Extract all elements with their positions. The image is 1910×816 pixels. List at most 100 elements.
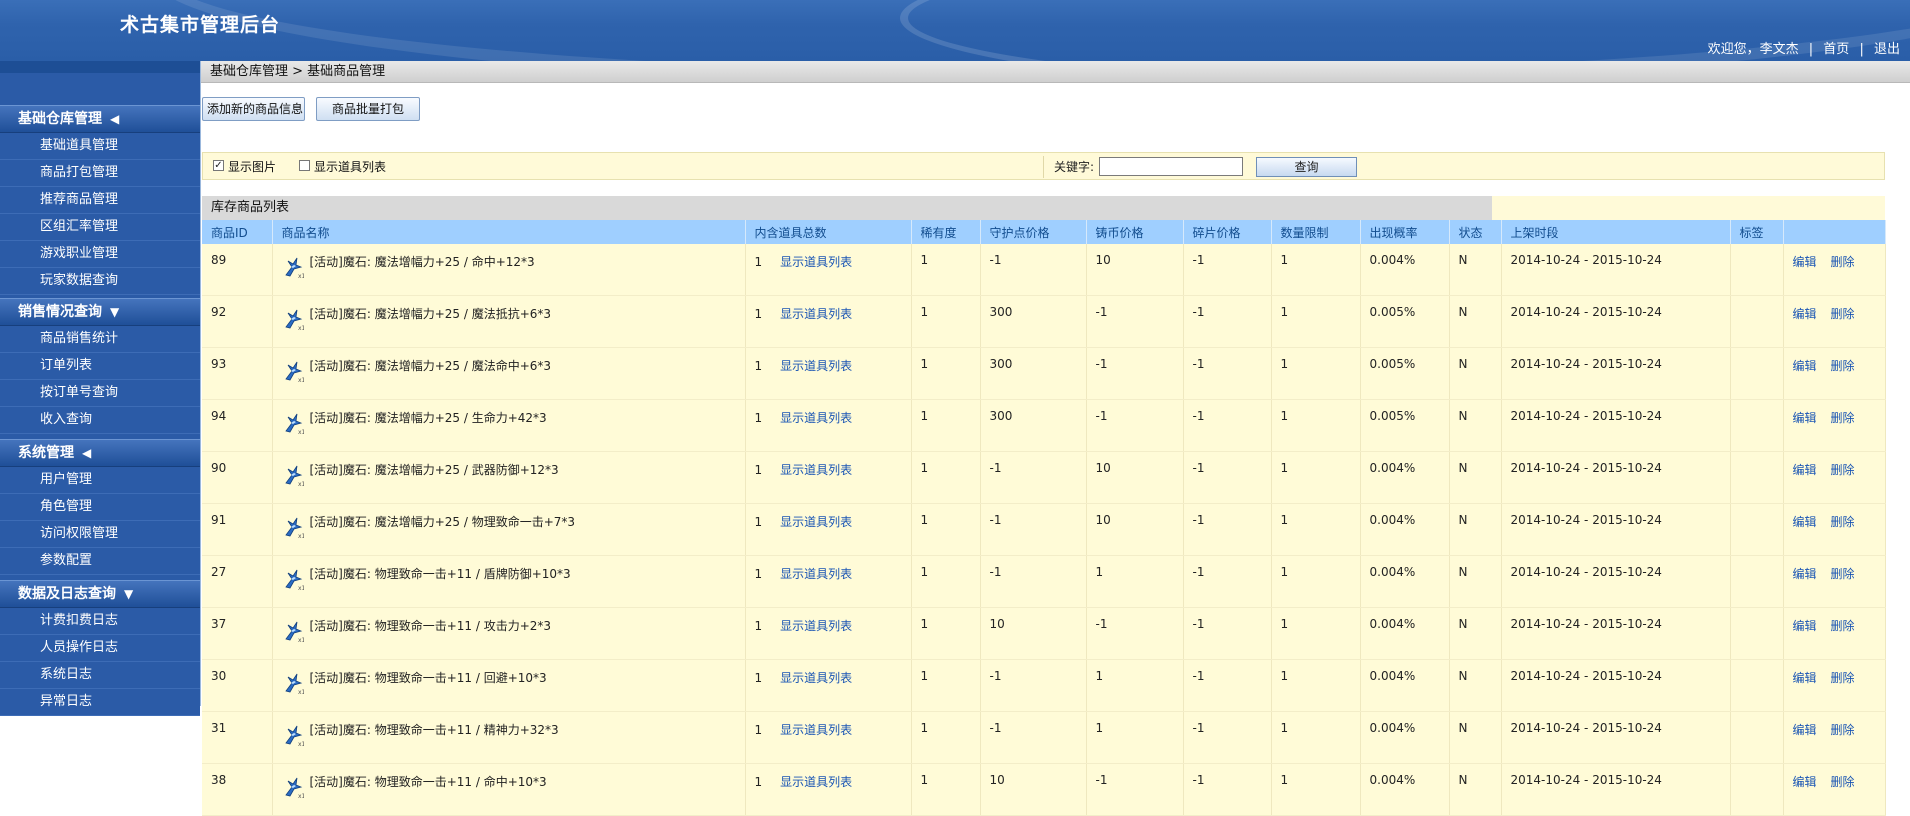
sidebar-item-exchange-rate[interactable]: 区组汇率管理 bbox=[0, 214, 200, 241]
col-header-shard-price[interactable]: 碎片价格 bbox=[1183, 220, 1272, 244]
show-items-link[interactable]: 显示道具列表 bbox=[780, 723, 852, 737]
sidebar-item-orders[interactable]: 订单列表 bbox=[0, 353, 200, 380]
cell-limit: 1 bbox=[1271, 295, 1361, 348]
sidebar-item-recommend[interactable]: 推荐商品管理 bbox=[0, 187, 200, 214]
col-header-id[interactable]: 商品ID bbox=[202, 220, 273, 244]
expand-arrow-icon[interactable]: ▼ bbox=[124, 581, 133, 607]
sidebar-item-operator-log[interactable]: 人员操作日志 bbox=[0, 635, 200, 662]
filter-bar: ✓ 显示图片 显示道具列表 关键字: 查询 bbox=[202, 152, 1885, 180]
cell-shard-price: -1 bbox=[1183, 659, 1272, 712]
edit-link[interactable]: 编辑 bbox=[1793, 307, 1817, 321]
cell-actions: 编辑 删除 bbox=[1783, 711, 1886, 764]
show-items-checkbox[interactable] bbox=[299, 160, 310, 171]
sidebar-group-title[interactable]: 数据及日志查询 ▼ bbox=[0, 580, 200, 608]
cell-guard-price: -1 bbox=[980, 244, 1087, 296]
cell-period: 2014-10-24 - 2015-10-24 bbox=[1501, 399, 1731, 452]
col-header-period[interactable]: 上架时段 bbox=[1501, 220, 1731, 244]
edit-link[interactable]: 编辑 bbox=[1793, 567, 1817, 581]
col-header-limit[interactable]: 数量限制 bbox=[1271, 220, 1361, 244]
sidebar-item-billing-log[interactable]: 计费扣费日志 bbox=[0, 608, 200, 635]
table-row: 94 x1 [活动]魔石: 魔法增幅力+25 / 生命力+42*3 1显示道具列… bbox=[202, 399, 1886, 452]
col-header-item-count[interactable]: 内含道具总数 bbox=[745, 220, 912, 244]
show-items-link[interactable]: 显示道具列表 bbox=[780, 619, 852, 633]
cell-rarity: 1 bbox=[911, 244, 981, 296]
collapse-arrow-icon[interactable]: ◀ bbox=[82, 440, 91, 466]
cell-status: N bbox=[1449, 659, 1502, 712]
edit-link[interactable]: 编辑 bbox=[1793, 359, 1817, 373]
sidebar-item-permissions[interactable]: 访问权限管理 bbox=[0, 521, 200, 548]
show-items-link[interactable]: 显示道具列表 bbox=[780, 567, 852, 581]
add-product-button[interactable]: 添加新的商品信息 bbox=[202, 97, 305, 121]
show-items-link[interactable]: 显示道具列表 bbox=[780, 463, 852, 477]
cell-item-count: 1 显示道具列表 bbox=[745, 347, 912, 400]
delete-link[interactable]: 删除 bbox=[1831, 723, 1855, 737]
show-items-link[interactable]: 显示道具列表 bbox=[780, 359, 852, 373]
sidebar-item-error-log[interactable]: 异常日志 bbox=[0, 689, 200, 716]
show-items-link[interactable]: 显示道具列表 bbox=[780, 411, 852, 425]
table-row: 38 x1 [活动]魔石: 物理致命一击+11 / 命中+10*3 1显示道具列… bbox=[202, 763, 1886, 816]
col-header-actions bbox=[1783, 220, 1886, 244]
show-items-link[interactable]: 显示道具列表 bbox=[780, 255, 852, 269]
show-items-link[interactable]: 显示道具列表 bbox=[780, 775, 852, 789]
col-header-rarity[interactable]: 稀有度 bbox=[911, 220, 981, 244]
delete-link[interactable]: 删除 bbox=[1831, 463, 1855, 477]
cell-probability: 0.005% bbox=[1360, 295, 1450, 348]
sidebar-item-bundle[interactable]: 商品打包管理 bbox=[0, 160, 200, 187]
sidebar-group-title[interactable]: 系统管理 ◀ bbox=[0, 439, 200, 467]
col-header-name[interactable]: 商品名称 bbox=[272, 220, 746, 244]
magic-stone-icon: x1 bbox=[282, 671, 305, 696]
sidebar-item-base-items[interactable]: 基础道具管理 bbox=[0, 133, 200, 160]
welcome-text: 欢迎您，李文杰 bbox=[1707, 42, 1799, 57]
col-header-coin-price[interactable]: 铸币价格 bbox=[1086, 220, 1184, 244]
sidebar-group-title[interactable]: 基础仓库管理 ◀ bbox=[0, 105, 200, 133]
edit-link[interactable]: 编辑 bbox=[1793, 671, 1817, 685]
col-header-status[interactable]: 状态 bbox=[1449, 220, 1502, 244]
delete-link[interactable]: 删除 bbox=[1831, 307, 1855, 321]
edit-link[interactable]: 编辑 bbox=[1793, 515, 1817, 529]
edit-link[interactable]: 编辑 bbox=[1793, 463, 1817, 477]
logout-link[interactable]: 退出 bbox=[1874, 42, 1900, 57]
cell-item-count: 1 显示道具列表 bbox=[745, 399, 912, 452]
sidebar-item-revenue[interactable]: 收入查询 bbox=[0, 407, 200, 434]
sidebar-item-params[interactable]: 参数配置 bbox=[0, 548, 200, 575]
home-link[interactable]: 首页 bbox=[1823, 42, 1849, 57]
sidebar-item-users[interactable]: 用户管理 bbox=[0, 467, 200, 494]
show-image-checkbox[interactable]: ✓ bbox=[213, 160, 224, 171]
edit-link[interactable]: 编辑 bbox=[1793, 723, 1817, 737]
show-items-link[interactable]: 显示道具列表 bbox=[780, 671, 852, 685]
delete-link[interactable]: 删除 bbox=[1831, 619, 1855, 633]
delete-link[interactable]: 删除 bbox=[1831, 255, 1855, 269]
edit-link[interactable]: 编辑 bbox=[1793, 411, 1817, 425]
sidebar-item-player-data[interactable]: 玩家数据查询 bbox=[0, 268, 200, 295]
delete-link[interactable]: 删除 bbox=[1831, 359, 1855, 373]
sidebar-item-roles[interactable]: 角色管理 bbox=[0, 494, 200, 521]
cell-probability: 0.004% bbox=[1360, 659, 1450, 712]
sidebar-item-sales-stats[interactable]: 商品销售统计 bbox=[0, 326, 200, 353]
edit-link[interactable]: 编辑 bbox=[1793, 255, 1817, 269]
delete-link[interactable]: 删除 bbox=[1831, 567, 1855, 581]
magic-stone-icon: x1 bbox=[282, 255, 305, 280]
edit-link[interactable]: 编辑 bbox=[1793, 619, 1817, 633]
show-items-link[interactable]: 显示道具列表 bbox=[780, 515, 852, 529]
collapse-arrow-icon[interactable]: ◀ bbox=[110, 106, 119, 132]
keyword-label: 关键字: bbox=[1054, 160, 1095, 174]
edit-link[interactable]: 编辑 bbox=[1793, 775, 1817, 789]
cell-probability: 0.004% bbox=[1360, 607, 1450, 660]
delete-link[interactable]: 删除 bbox=[1831, 515, 1855, 529]
cell-status: N bbox=[1449, 347, 1502, 400]
sidebar-group-title[interactable]: 销售情况查询 ▼ bbox=[0, 298, 200, 326]
col-header-guard-price[interactable]: 守护点价格 bbox=[980, 220, 1087, 244]
delete-link[interactable]: 删除 bbox=[1831, 775, 1855, 789]
sidebar-item-professions[interactable]: 游戏职业管理 bbox=[0, 241, 200, 268]
keyword-input[interactable] bbox=[1099, 157, 1243, 176]
show-items-link[interactable]: 显示道具列表 bbox=[780, 307, 852, 321]
delete-link[interactable]: 删除 bbox=[1831, 671, 1855, 685]
col-header-tag[interactable]: 标签 bbox=[1730, 220, 1784, 244]
col-header-probability[interactable]: 出现概率 bbox=[1360, 220, 1450, 244]
query-button[interactable]: 查询 bbox=[1256, 157, 1357, 177]
sidebar-item-order-lookup[interactable]: 按订单号查询 bbox=[0, 380, 200, 407]
delete-link[interactable]: 删除 bbox=[1831, 411, 1855, 425]
expand-arrow-icon[interactable]: ▼ bbox=[110, 299, 119, 325]
bulk-bundle-button[interactable]: 商品批量打包 bbox=[316, 97, 420, 121]
sidebar-item-system-log[interactable]: 系统日志 bbox=[0, 662, 200, 689]
